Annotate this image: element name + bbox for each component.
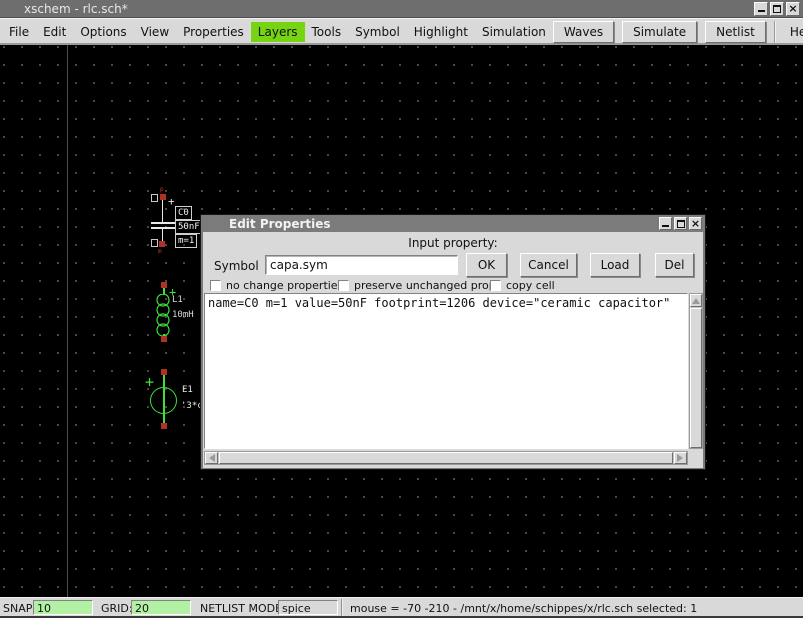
source-circle-icon: [150, 387, 177, 414]
checkbox-icon[interactable]: [210, 280, 221, 291]
symbol-label: Symbol: [214, 259, 259, 273]
pin-label-top: p: [160, 186, 164, 193]
checkbox-label: no change properties: [226, 279, 343, 292]
inductor-name-label[interactable]: L1: [172, 295, 183, 305]
polarity-plus: +: [168, 195, 175, 208]
menubar-right: Waves Simulate Netlist Help: [553, 21, 803, 43]
capacitor-plate-top: [151, 222, 175, 224]
waves-button[interactable]: Waves: [553, 21, 614, 43]
ok-button[interactable]: OK: [466, 253, 507, 277]
checkbox-icon[interactable]: [338, 280, 349, 291]
grid-input[interactable]: 20: [131, 600, 191, 615]
property-textarea[interactable]: name=C0 m=1 value=50nF footprint=1206 de…: [204, 293, 688, 449]
statusbar: SNAP: 10 GRID: 20 NETLIST MODE: spice mo…: [0, 597, 803, 618]
input-property-label: Input property:: [203, 236, 703, 250]
window-titlebar[interactable]: xschem - rlc.sch* ×: [0, 0, 803, 18]
pin-label-bottom: m: [158, 248, 162, 255]
capacitor-value-label[interactable]: 50nF: [175, 220, 203, 234]
del-button[interactable]: Del: [655, 253, 694, 277]
menu-divider: [774, 21, 775, 43]
scroll-left-icon[interactable]: [205, 452, 218, 464]
checkbox-label: copy cell: [506, 279, 555, 292]
netlist-mode-label: NETLIST MODE:: [200, 602, 286, 615]
minimize-icon[interactable]: [659, 217, 672, 230]
pin-name-box: [151, 194, 158, 202]
menubar: File Edit Options View Properties Layers…: [0, 18, 803, 45]
pin-icon: [160, 194, 166, 200]
maximize-icon[interactable]: [770, 2, 784, 16]
horizontal-scrollbar[interactable]: [204, 451, 688, 465]
pin-icon: [161, 336, 167, 342]
checkbox-label: preserve unchanged props: [354, 279, 501, 292]
capacitor-name-label[interactable]: C0: [175, 206, 192, 220]
menu-highlight[interactable]: Highlight: [407, 22, 475, 42]
scroll-right-icon[interactable]: [674, 452, 687, 464]
inductor-coil-icon: [155, 294, 171, 338]
close-icon[interactable]: ×: [689, 217, 702, 230]
snap-label: SNAP:: [3, 602, 36, 615]
capacitor-wire-top: [162, 200, 163, 222]
netlist-button[interactable]: Netlist: [705, 21, 766, 43]
close-icon[interactable]: ×: [786, 2, 800, 16]
axis-line: [67, 45, 68, 597]
checkbox-no-change[interactable]: no change properties: [210, 278, 343, 292]
menu-file[interactable]: File: [2, 22, 36, 42]
dialog-titlebar[interactable]: Edit Properties ×: [203, 215, 703, 232]
dialog-content: Input property: Symbol capa.sym OK Cance…: [203, 232, 703, 468]
grid-label: GRID:: [101, 602, 133, 615]
checkbox-preserve[interactable]: preserve unchanged props: [338, 278, 501, 292]
menu-help[interactable]: Help: [783, 22, 803, 42]
simulate-button[interactable]: Simulate: [622, 21, 697, 43]
load-button[interactable]: Load: [590, 253, 640, 277]
symbol-input[interactable]: capa.sym: [265, 255, 458, 275]
menu-symbol[interactable]: Symbol: [348, 22, 407, 42]
xschem-window: xschem - rlc.sch* × File Edit Options Vi…: [0, 0, 803, 618]
vertical-scrollbar[interactable]: [689, 293, 703, 449]
pin-name-box: [151, 239, 158, 247]
menu-tools[interactable]: Tools: [305, 22, 349, 42]
menu-options[interactable]: Options: [73, 22, 133, 42]
scrollbar-thumb[interactable]: [690, 308, 702, 448]
scrollbar-thumb[interactable]: [219, 452, 673, 464]
snap-input[interactable]: 10: [33, 600, 93, 615]
pin-icon: [159, 241, 165, 247]
capacitor-plate-bottom: [151, 227, 175, 229]
dialog-title: Edit Properties: [229, 217, 331, 231]
checkbox-icon[interactable]: [490, 280, 501, 291]
menu-simulation[interactable]: Simulation: [475, 22, 553, 42]
window-title: xschem - rlc.sch*: [24, 2, 128, 16]
status-divider: [341, 599, 342, 616]
maximize-icon[interactable]: [674, 217, 687, 230]
netlist-mode-input[interactable]: spice: [278, 600, 338, 615]
pin-icon: [161, 423, 167, 429]
menu-layers[interactable]: Layers: [251, 22, 305, 42]
edit-properties-dialog: Edit Properties × Input property: Symbol…: [200, 214, 706, 470]
inductor-value-label[interactable]: 10mH: [172, 310, 194, 320]
menu-properties[interactable]: Properties: [176, 22, 251, 42]
cancel-button[interactable]: Cancel: [520, 253, 577, 277]
checkbox-copy-cell[interactable]: copy cell: [490, 278, 555, 292]
scroll-up-icon[interactable]: [690, 294, 702, 307]
source-name-label[interactable]: E1: [182, 385, 193, 395]
mouse-status-text: mouse = -70 -210 - /mnt/x/home/schippes/…: [350, 602, 697, 615]
menu-view[interactable]: View: [134, 22, 176, 42]
minimize-icon[interactable]: [754, 2, 768, 16]
polarity-plus: +: [145, 373, 154, 391]
window-controls: ×: [754, 2, 800, 16]
capacitor-mult-label[interactable]: m=1: [175, 234, 197, 248]
menu-edit[interactable]: Edit: [36, 22, 73, 42]
dialog-controls: ×: [659, 217, 702, 230]
